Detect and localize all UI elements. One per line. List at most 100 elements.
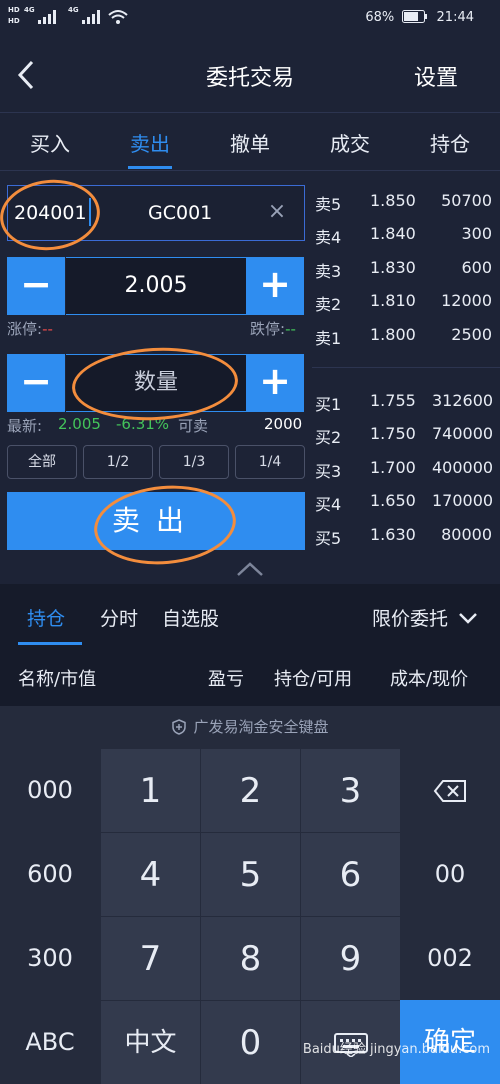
status-bar-left: HD HD 4G 4G: [8, 6, 148, 30]
clear-icon[interactable]: ×: [266, 199, 288, 225]
bid-price: 1.700: [370, 457, 416, 477]
divider: [0, 112, 500, 113]
numpad-key[interactable]: 4: [101, 833, 200, 916]
price-input[interactable]: 2.005: [66, 257, 246, 315]
tab-cancel[interactable]: 撤单: [220, 128, 280, 160]
price-minus-button[interactable]: −: [7, 257, 65, 315]
bid-volume: 740000: [432, 424, 494, 444]
numpad-key[interactable]: 6: [301, 833, 400, 916]
key-000[interactable]: 000: [0, 748, 100, 832]
panel-tab-watchlist[interactable]: 自选股: [162, 604, 219, 631]
battery-icon: [402, 10, 428, 23]
panel-tab-positions[interactable]: 持仓: [27, 604, 65, 631]
backspace-key[interactable]: [400, 748, 500, 832]
chevron-up-icon: [237, 562, 263, 576]
ask-price: 1.830: [370, 257, 416, 277]
column-name-value: 名称/市值: [18, 669, 97, 690]
limit-up: 涨停:--: [7, 318, 53, 339]
bid-volume: 170000: [432, 491, 494, 511]
shield-icon: [172, 719, 187, 735]
panel-tab-timeshare[interactable]: 分时: [100, 604, 138, 631]
wifi-icon: [108, 10, 128, 24]
available-label: 可卖: [178, 417, 209, 435]
limit-down-value: --: [285, 320, 296, 338]
numpad-key[interactable]: 2: [201, 749, 300, 832]
order-book-divider: [312, 367, 500, 368]
order-type-value: 限价委托: [372, 608, 449, 630]
ask-level-label: 卖3: [315, 261, 342, 281]
ask-volume: 300: [461, 224, 492, 244]
bid-level-label: 买3: [315, 461, 342, 481]
key-600[interactable]: 600: [0, 832, 100, 916]
bid-price: 1.650: [370, 491, 416, 511]
quantity-plus-button[interactable]: +: [246, 354, 304, 412]
ask-volume: 12000: [441, 291, 492, 311]
order-type-select[interactable]: 限价委托: [372, 604, 478, 631]
fraction-third-button[interactable]: 1/3: [159, 445, 229, 479]
chevron-down-icon: [459, 613, 477, 624]
key-abc[interactable]: ABC: [0, 1000, 100, 1084]
ask-level-label: 卖4: [315, 228, 342, 248]
chevron-left-icon: [17, 60, 34, 90]
keyboard-title: 广发易淘金安全键盘: [0, 716, 500, 737]
fraction-all-button[interactable]: 全部: [7, 445, 77, 479]
hd-badge: HD: [8, 17, 20, 25]
limit-down-label: 跌停:: [250, 320, 286, 338]
available-quantity: 2000: [264, 415, 303, 433]
ask-volume: 600: [461, 257, 492, 277]
bid-level-label: 买1: [315, 395, 342, 414]
stock-name: GC001: [148, 202, 213, 224]
numpad-key[interactable]: 5: [201, 833, 300, 916]
column-cost-price: 成本/现价: [390, 669, 469, 690]
battery-percent: 68%: [365, 10, 395, 25]
tab-indicator: [128, 166, 172, 169]
numpad-key[interactable]: 9: [301, 917, 400, 1000]
ask-price: 1.850: [370, 191, 416, 210]
bid-price: 1.630: [370, 524, 416, 544]
numpad-key[interactable]: 0: [201, 1001, 300, 1084]
ask-price: 1.840: [370, 224, 416, 244]
numpad-key[interactable]: 1: [101, 749, 200, 832]
latest-label: 最新:: [7, 417, 43, 435]
back-button[interactable]: [14, 58, 38, 92]
bid-volume: 312600: [432, 391, 494, 410]
tab-deals[interactable]: 成交: [320, 128, 380, 160]
status-bar-right: 68% 21:44: [365, 10, 474, 25]
ask-volume: 50700: [441, 191, 492, 210]
tab-sell[interactable]: 卖出: [120, 128, 180, 160]
bid-volume: 400000: [432, 457, 494, 477]
divider: [0, 170, 500, 171]
ask-price: 1.800: [370, 324, 416, 344]
app-root: HD HD 4G 4G 68% 21:44 委托交易 设置 买入 卖出 撤单 成…: [0, 0, 500, 1084]
network-type: 4G: [68, 6, 79, 14]
bid-level-label: 买2: [315, 428, 342, 448]
numpad-key[interactable]: 8: [201, 917, 300, 1000]
fraction-half-button[interactable]: 1/2: [83, 445, 153, 479]
watermark: Baidu经验 jingyan.baidu.com: [302, 1042, 490, 1057]
tab-positions[interactable]: 持仓: [420, 128, 480, 160]
hd-badge: HD: [8, 6, 20, 14]
quantity-minus-button[interactable]: −: [7, 354, 65, 412]
panel-tab-indicator: [18, 642, 82, 645]
bid-level-label: 买4: [315, 495, 342, 515]
settings-button[interactable]: 设置: [396, 60, 476, 92]
numpad-key[interactable]: 中文: [101, 1001, 200, 1084]
limit-up-label: 涨停:: [7, 320, 43, 338]
signal-icon: [38, 10, 56, 24]
signal-icon: [82, 10, 100, 24]
collapse-button[interactable]: [236, 560, 264, 578]
numpad-key[interactable]: 002: [400, 916, 500, 1000]
numpad-key[interactable]: 7: [101, 917, 200, 1000]
keyboard-title-text: 广发易淘金安全键盘: [193, 718, 329, 736]
bid-volume: 80000: [441, 524, 492, 544]
price-plus-button[interactable]: +: [246, 257, 304, 315]
fraction-quarter-button[interactable]: 1/4: [235, 445, 305, 479]
bid-price: 1.755: [370, 391, 416, 410]
tab-buy[interactable]: 买入: [20, 128, 80, 160]
key-300[interactable]: 300: [0, 916, 100, 1000]
clock: 21:44: [436, 10, 474, 25]
ask-level-label: 卖1: [315, 328, 342, 348]
numpad-key[interactable]: 00: [400, 832, 500, 916]
numpad-key[interactable]: 3: [301, 749, 400, 832]
limit-down: 跌停:--: [250, 318, 296, 339]
